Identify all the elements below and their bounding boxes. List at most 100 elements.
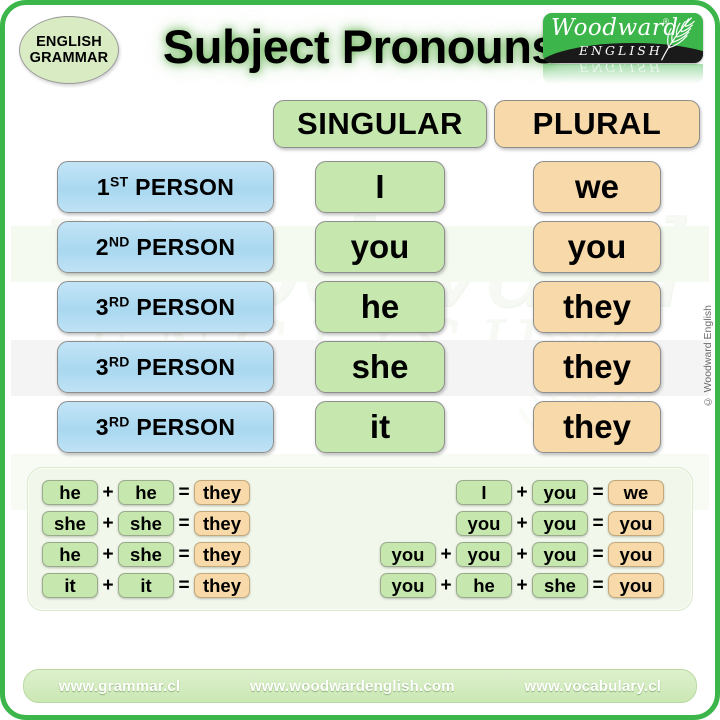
person-ordinal-suffix: RD: [108, 352, 130, 369]
equals-operator: =: [178, 543, 190, 565]
table-row: 3RD PERSON she they: [5, 337, 715, 397]
table-row: 3RD PERSON it they: [5, 397, 715, 457]
equation-term: you: [532, 542, 588, 567]
person-label-cell: 2ND PERSON: [57, 221, 274, 273]
equation-result: they: [194, 511, 250, 536]
plus-operator: +: [516, 574, 528, 596]
singular-pronoun-cell: I: [315, 161, 445, 213]
plus-operator: +: [516, 543, 528, 565]
plus-operator: +: [102, 512, 114, 534]
equation-term: I: [456, 480, 512, 505]
footer-link[interactable]: www.grammar.cl: [59, 678, 180, 695]
equation-term: you: [456, 511, 512, 536]
equation-term: it: [118, 573, 174, 598]
person-ordinal: 3RD PERSON: [95, 412, 236, 440]
equation-result: we: [608, 480, 664, 505]
person-label-cell: 3RD PERSON: [57, 281, 274, 333]
equation-result: you: [608, 542, 664, 567]
plus-operator: +: [102, 574, 114, 596]
equation-result: they: [194, 542, 250, 567]
equation-term: she: [532, 573, 588, 598]
plural-pronoun-cell: they: [533, 341, 661, 393]
equals-operator: =: [178, 512, 190, 534]
equals-operator: =: [592, 481, 604, 503]
person-label-cell: 1ST PERSON: [57, 161, 274, 213]
equation-row: you + you = you: [380, 508, 664, 539]
equation-term: you: [532, 480, 588, 505]
plural-pronoun-cell: we: [533, 161, 661, 213]
equation-row: it + it = they: [42, 570, 250, 601]
equation-row: you + he + she = you: [380, 570, 664, 601]
equation-term: he: [42, 542, 98, 567]
plural-pronoun-cell: they: [533, 281, 661, 333]
fern-leaf-icon: [661, 17, 695, 61]
equals-operator: =: [592, 543, 604, 565]
singular-pronoun-cell: you: [315, 221, 445, 273]
logo-reflection-text: ENGLISH: [579, 64, 663, 75]
footer-link[interactable]: www.vocabulary.cl: [524, 678, 661, 695]
header: ENGLISH GRAMMAR Subject Pronouns Woodwar…: [5, 5, 715, 93]
plus-operator: +: [102, 543, 114, 565]
equation-result: you: [608, 573, 664, 598]
equation-row: you + you + you = you: [380, 539, 664, 570]
person-ordinal: 2ND PERSON: [95, 232, 236, 260]
table-row: 1ST PERSON Iwe: [5, 157, 715, 217]
equation-term: she: [42, 511, 98, 536]
equation-term: you: [380, 542, 436, 567]
singular-pronoun-cell: it: [315, 401, 445, 453]
footer-links: www.grammar.cl www.woodwardenglish.com www…: [23, 669, 697, 703]
equation-row: he + he = they: [42, 477, 250, 508]
equals-operator: =: [592, 574, 604, 596]
equation-term: you: [380, 573, 436, 598]
logo-reflection: ENGLISH: [543, 64, 703, 84]
equation-row: he + she = they: [42, 539, 250, 570]
equation-result: they: [194, 573, 250, 598]
plural-pronoun-cell: you: [533, 221, 661, 273]
person-ordinal: 3RD PERSON: [95, 352, 236, 380]
column-header-plural: PLURAL: [494, 100, 700, 148]
plus-operator: +: [440, 574, 452, 596]
footer-link[interactable]: www.woodwardenglish.com: [250, 678, 455, 695]
equation-term: he: [456, 573, 512, 598]
equations-column-left: he + he = they she + she = they he + she = they it + it = t…: [42, 477, 250, 601]
equation-result: they: [194, 480, 250, 505]
singular-pronoun-cell: she: [315, 341, 445, 393]
equation-term: you: [532, 511, 588, 536]
person-ordinal-suffix: RD: [108, 292, 130, 309]
person-ordinal: 3RD PERSON: [95, 292, 236, 320]
copyright-notice: © Woodward English: [702, 305, 714, 408]
person-ordinal-suffix: RD: [108, 412, 130, 429]
person-ordinal-suffix: ST: [109, 172, 129, 189]
table-row: 2ND PERSON you you: [5, 217, 715, 277]
equals-operator: =: [178, 481, 190, 503]
plus-operator: +: [102, 481, 114, 503]
person-label-cell: 3RD PERSON: [57, 401, 274, 453]
equation-term: he: [118, 480, 174, 505]
person-label-cell: 3RD PERSON: [57, 341, 274, 393]
equation-term: he: [42, 480, 98, 505]
equation-row: I + you = we: [380, 477, 664, 508]
equation-term: she: [118, 511, 174, 536]
equation-term: it: [42, 573, 98, 598]
plus-operator: +: [516, 481, 528, 503]
woodward-english-logo: Woodward ® ENGLISH ENGLISH: [543, 13, 703, 85]
column-headers: SINGULAR PLURAL: [5, 93, 715, 151]
equation-term: she: [118, 542, 174, 567]
person-ordinal-suffix: ND: [108, 232, 130, 249]
equals-operator: =: [178, 574, 190, 596]
equation-result: you: [608, 511, 664, 536]
equations-column-right: I + you = we you + you = you you + you + you = you you + he…: [380, 477, 664, 601]
poster-root: Woodward ENGLISH ENGLISH GRAMMAR: [0, 0, 720, 720]
person-ordinal: 1ST PERSON: [96, 172, 235, 200]
plus-operator: +: [516, 512, 528, 534]
plural-pronoun-cell: they: [533, 401, 661, 453]
plus-operator: +: [440, 543, 452, 565]
equations-panel: he + he = they she + she = they he + she = they it + it = t…: [27, 467, 693, 611]
equation-row: she + she = they: [42, 508, 250, 539]
pronoun-table: 1ST PERSON Iwe 2ND PERSON you you 3RD PERSON h…: [5, 157, 715, 457]
table-row: 3RD PERSON he they: [5, 277, 715, 337]
equals-operator: =: [592, 512, 604, 534]
equation-term: you: [456, 542, 512, 567]
singular-pronoun-cell: he: [315, 281, 445, 333]
column-header-singular: SINGULAR: [273, 100, 487, 148]
